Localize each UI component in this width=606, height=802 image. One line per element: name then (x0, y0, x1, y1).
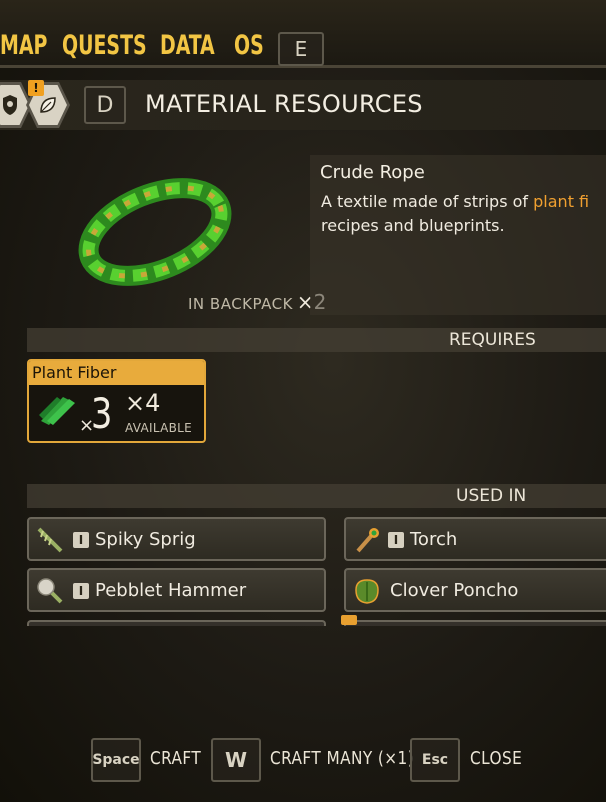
craft-many-button[interactable]: CRAFT MANY (×1) (270, 748, 414, 769)
tier-badge: I (388, 532, 404, 548)
pebblet-hammer-icon (35, 576, 65, 606)
tab-data[interactable]: DATA (160, 30, 215, 61)
description-highlight: plant fi (533, 192, 590, 211)
tier-badge: I (73, 532, 89, 548)
used-in-item-partial[interactable] (344, 620, 606, 626)
torch-icon (352, 525, 382, 555)
close-key[interactable]: Esc (410, 738, 460, 782)
in-backpack-label: IN BACKPACK (188, 295, 293, 313)
plant-fiber-icon (37, 391, 79, 427)
crude-rope-icon (60, 160, 260, 300)
description-text-line2: recipes and blueprints. (321, 216, 505, 235)
used-in-label: USED IN (456, 486, 527, 506)
close-button[interactable]: CLOSE (470, 748, 522, 769)
craft-button[interactable]: CRAFT (150, 748, 201, 769)
item-description: A textile made of strips of plant fi rec… (321, 190, 606, 238)
used-in-label-text: Pebblet Hammer (95, 580, 247, 601)
description-text: A textile made of strips of (321, 192, 534, 211)
page-title: MATERIAL RESOURCES (145, 90, 423, 118)
alert-badge: ! (28, 80, 44, 96)
used-in-label-text: Torch (410, 529, 458, 550)
used-in-item-clover-poncho[interactable]: Clover Poncho (344, 568, 606, 612)
used-in-item-pebblet-hammer[interactable]: I Pebblet Hammer (27, 568, 326, 612)
craft-many-key[interactable]: W (211, 738, 261, 782)
used-in-item-torch[interactable]: I Torch (344, 517, 606, 561)
item-name: Crude Rope (320, 162, 425, 183)
used-in-label-text: Spiky Sprig (95, 529, 196, 550)
tier-badge: I (73, 583, 89, 599)
tab-quests[interactable]: QUESTS (62, 30, 147, 61)
used-in-label-text: Clover Poncho (390, 580, 519, 601)
requires-label: REQUIRES (449, 330, 536, 350)
ingredient-qty: 3 (91, 389, 113, 438)
next-tab-key[interactable]: E (278, 32, 324, 66)
craft-key[interactable]: Space (91, 738, 141, 782)
ingredient-card[interactable]: Plant Fiber × 3 ×4 AVAILABLE (27, 359, 206, 443)
ingredient-have: ×4 (125, 389, 161, 417)
tab-map[interactable]: MAP (0, 30, 47, 61)
prev-category-key[interactable]: D (84, 86, 126, 124)
new-indicator (341, 615, 357, 625)
shield-icon (0, 85, 29, 125)
spiky-sprig-icon (35, 525, 65, 555)
used-in-item-spiky-sprig[interactable]: I Spiky Sprig (27, 517, 326, 561)
tab-os[interactable]: OS (234, 30, 264, 61)
clover-poncho-icon (352, 576, 382, 606)
used-in-item-partial[interactable] (27, 620, 326, 626)
in-backpack: IN BACKPACK×2 (188, 290, 326, 314)
ingredient-available-label: AVAILABLE (125, 421, 193, 435)
ingredient-name: Plant Fiber (29, 361, 204, 385)
